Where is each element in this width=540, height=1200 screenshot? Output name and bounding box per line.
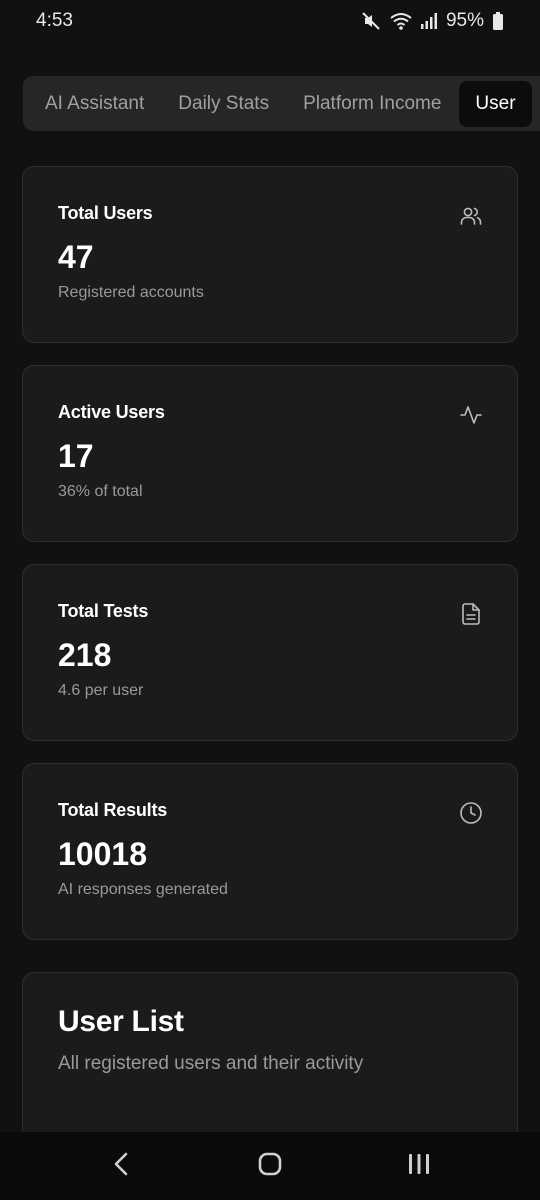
recents-button[interactable] xyxy=(389,1136,449,1196)
wifi-icon xyxy=(390,11,412,31)
home-icon xyxy=(257,1151,283,1182)
tab-ai-assistant[interactable]: AI Assistant xyxy=(45,81,144,127)
user-list-subtitle: All registered users and their activity xyxy=(58,1053,364,1074)
card-title: Total Results xyxy=(58,800,168,820)
back-icon xyxy=(112,1151,130,1182)
status-time: 4:53 xyxy=(36,10,73,31)
stat-card-total-results: Total Results 10018 AI responses generat… xyxy=(22,763,518,940)
user-list-card: User List All registered users and their… xyxy=(22,972,518,1152)
stat-card-total-tests: Total Tests 218 4.6 per user xyxy=(22,564,518,741)
stat-card-active-users: Active Users 17 36% of total xyxy=(22,365,518,542)
card-title: Active Users xyxy=(58,402,165,422)
tab-platform-income[interactable]: Platform Income xyxy=(303,81,441,127)
stat-card-total-users: Total Users 47 Registered accounts xyxy=(22,166,518,343)
status-bar: 4:53 95% xyxy=(0,0,540,42)
battery-percent: 95% xyxy=(445,10,484,31)
activity-icon xyxy=(459,403,483,427)
document-icon xyxy=(459,602,483,626)
users-icon xyxy=(459,204,483,228)
signal-icon xyxy=(420,12,437,30)
tab-user[interactable]: User xyxy=(459,80,532,127)
card-subtitle: 36% of total xyxy=(58,483,143,500)
home-button[interactable] xyxy=(240,1136,300,1196)
card-title: Total Tests xyxy=(58,601,149,621)
card-title: Total Users xyxy=(58,203,153,223)
clock-icon xyxy=(459,801,483,825)
system-nav-bar xyxy=(0,1132,540,1200)
recents-icon xyxy=(407,1152,431,1181)
tab-bar: AI Assistant Daily Stats Platform Income… xyxy=(23,76,540,131)
mute-icon xyxy=(361,11,381,31)
back-button[interactable] xyxy=(91,1136,151,1196)
tab-daily-stats[interactable]: Daily Stats xyxy=(178,81,269,127)
card-value: 17 xyxy=(58,438,94,474)
battery-icon xyxy=(493,12,503,30)
card-value: 47 xyxy=(58,239,94,275)
card-subtitle: 4.6 per user xyxy=(58,682,144,699)
card-subtitle: Registered accounts xyxy=(58,284,204,301)
status-icons: 95% xyxy=(361,10,503,32)
card-value: 218 xyxy=(58,637,112,673)
card-value: 10018 xyxy=(58,836,147,872)
card-subtitle: AI responses generated xyxy=(58,881,228,898)
user-list-title: User List xyxy=(58,1005,184,1038)
